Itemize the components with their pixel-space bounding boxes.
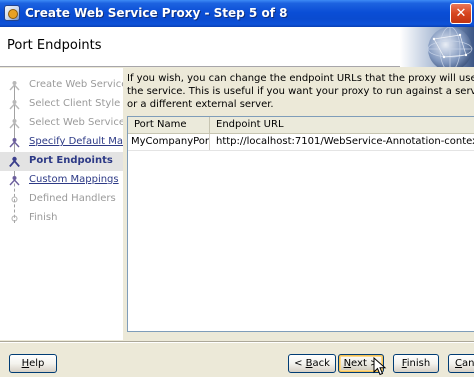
table-header: Port Name Endpoint URL (128, 117, 474, 134)
back-label-post: ack (312, 358, 330, 369)
step-custom-mappings[interactable]: Custom Mappings (0, 171, 123, 190)
intro-text: If you wish, you can change the endpoint… (127, 72, 474, 111)
mouse-cursor-icon (373, 357, 387, 376)
table-row[interactable]: MyCompanyPort http://localhost:7101/WebS… (128, 134, 474, 151)
next-mnemonic: N (343, 358, 352, 369)
step-create-web-service-proxy: Create Web Service Pro (0, 76, 123, 95)
intro-line: If you wish, you can change the endpoint… (127, 73, 474, 84)
finish-button[interactable]: Finish (393, 354, 439, 373)
endpoints-table: Port Name Endpoint URL MyCompanyPort htt… (127, 116, 474, 332)
column-header-endpoint-url[interactable]: Endpoint URL (210, 117, 474, 133)
step-pending-icon (11, 196, 18, 203)
help-mnemonic: H (21, 358, 30, 369)
window-title: Create Web Service Proxy - Step 5 of 8 (25, 6, 288, 20)
step-finish: Finish (0, 209, 123, 228)
back-mnemonic: B (305, 358, 313, 369)
intro-line: or a different external server. (127, 99, 274, 110)
banner-graphic (400, 27, 474, 67)
cancel-button[interactable]: Cancel (448, 354, 474, 373)
step-label: Select Client Style (29, 98, 121, 109)
step-visited-icon (9, 138, 20, 148)
step-done-icon (9, 81, 20, 91)
intro-line: the service. This is useful if you want … (127, 86, 474, 97)
step-label: Finish (29, 212, 58, 223)
page-title: Port Endpoints (7, 38, 102, 53)
header-banner: Port Endpoints (0, 27, 474, 67)
step-select-client-style: Select Client Style (0, 95, 123, 114)
step-defined-handlers: Defined Handlers (0, 190, 123, 209)
help-button[interactable]: Help (9, 354, 57, 373)
back-label-pre: < (294, 358, 306, 369)
step-label: Select Web Service Desc (29, 117, 123, 128)
step-label: Defined Handlers (29, 193, 116, 204)
wizard-steps-pane: Create Web Service Pro Select Client Sty… (0, 68, 123, 340)
cancel-label-post: ancel (462, 358, 474, 369)
step-label: Specify Default Mapping (29, 136, 123, 147)
step-done-icon (9, 119, 20, 129)
app-icon (4, 5, 20, 21)
step-label: Port Endpoints (29, 155, 113, 166)
port-name-cell[interactable]: MyCompanyPort (128, 134, 210, 150)
back-button[interactable]: < Back (288, 354, 336, 373)
column-header-port-name[interactable]: Port Name (128, 117, 210, 133)
button-bar-separator (0, 341, 474, 343)
step-port-endpoints: Port Endpoints (0, 152, 123, 171)
close-button[interactable]: ✕ (450, 3, 472, 24)
globe-network-icon (400, 27, 474, 67)
step-done-icon (9, 100, 20, 110)
step-next-icon (9, 176, 20, 186)
step-specify-default-mapping[interactable]: Specify Default Mapping (0, 133, 123, 152)
content-pane: If you wish, you can change the endpoint… (124, 68, 474, 340)
help-label-post: elp (29, 358, 45, 369)
step-select-web-service-description: Select Web Service Desc (0, 114, 123, 133)
endpoint-url-cell[interactable]: http://localhost:7101/WebService-Annotat… (210, 134, 474, 150)
finish-label-post: inish (406, 358, 431, 369)
step-pending-icon (11, 215, 18, 222)
title-bar: Create Web Service Proxy - Step 5 of 8 ✕ (0, 0, 474, 27)
step-label: Custom Mappings (29, 174, 119, 185)
cancel-mnemonic: C (455, 358, 463, 369)
step-current-icon (9, 156, 20, 167)
step-label: Create Web Service Pro (29, 79, 123, 90)
